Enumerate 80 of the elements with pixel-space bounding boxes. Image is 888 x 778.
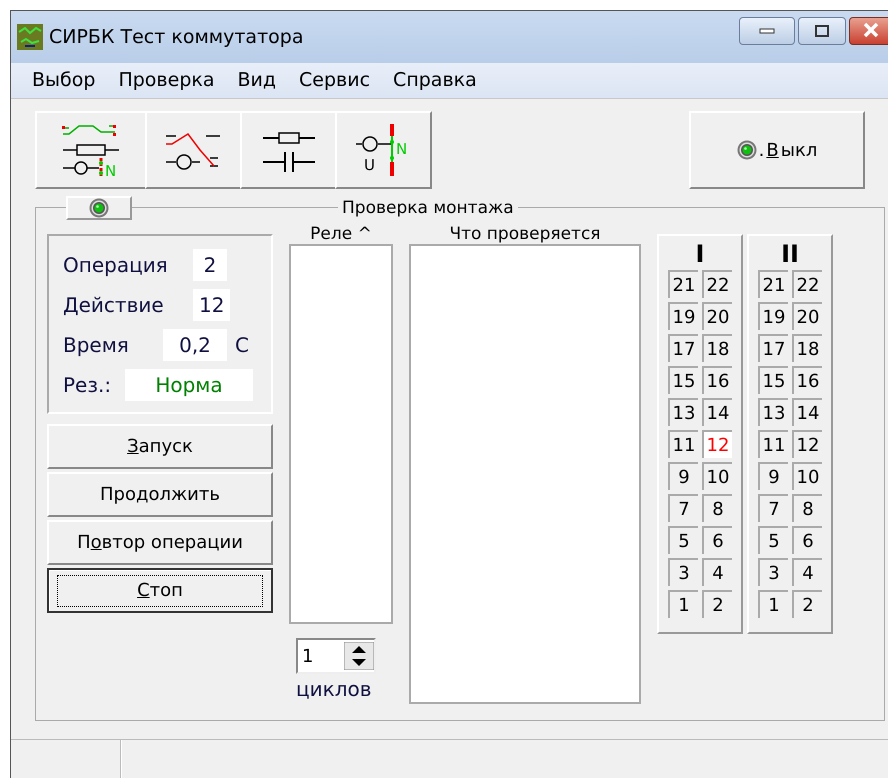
- tool-button[interactable]: [240, 111, 337, 189]
- action-button[interactable]: Продолжить: [47, 472, 273, 517]
- relay-cell[interactable]: 16: [792, 366, 822, 394]
- relay-cell[interactable]: 16: [702, 366, 732, 394]
- block-title: II: [781, 240, 799, 268]
- maximize-icon: [814, 24, 830, 38]
- menu-item[interactable]: Вид: [226, 66, 288, 95]
- relay-cell[interactable]: 1: [668, 590, 698, 618]
- app-icon: [17, 24, 43, 50]
- relay-cell[interactable]: 9: [668, 462, 698, 490]
- relay-cell[interactable]: 13: [758, 398, 788, 426]
- maximize-button[interactable]: [798, 17, 846, 45]
- relay-cell[interactable]: 12: [702, 430, 732, 458]
- relay-cell[interactable]: 11: [668, 430, 698, 458]
- action-button[interactable]: Повтор операции: [47, 520, 273, 565]
- relay-cell[interactable]: 5: [668, 526, 698, 554]
- relay-cell[interactable]: 22: [792, 270, 822, 298]
- field-label: Действие: [63, 292, 165, 319]
- minimize-icon: [759, 28, 775, 34]
- relay-cell[interactable]: 15: [668, 366, 698, 394]
- relay-cell[interactable]: 7: [758, 494, 788, 522]
- relay-cell[interactable]: 3: [758, 558, 788, 586]
- field-label: Операция: [63, 252, 169, 279]
- relay-cell[interactable]: 18: [792, 334, 822, 362]
- field-value: 12: [193, 289, 230, 321]
- relay-cell[interactable]: 19: [758, 302, 788, 330]
- relay-cell[interactable]: 10: [702, 462, 732, 490]
- neutral-label: N: [105, 162, 116, 178]
- field-value: 0,2: [163, 329, 227, 361]
- block-title: I: [696, 240, 704, 268]
- action-button[interactable]: Запуск: [47, 424, 273, 469]
- relay-cell[interactable]: 8: [702, 494, 732, 522]
- relay-cell[interactable]: 6: [702, 526, 732, 554]
- menu-item[interactable]: Выбор: [21, 66, 106, 95]
- menu-item[interactable]: Сервис: [288, 66, 382, 95]
- cycles-label: циклов: [296, 676, 372, 703]
- relay-cell[interactable]: 2: [702, 590, 732, 618]
- relay-cell[interactable]: 1: [758, 590, 788, 618]
- relay-cell[interactable]: 14: [702, 398, 732, 426]
- relay-cell[interactable]: 3: [668, 558, 698, 586]
- unit-label: С: [235, 332, 249, 359]
- relay-cell[interactable]: 12: [792, 430, 822, 458]
- menu-item[interactable]: Проверка: [107, 66, 226, 95]
- relay-cell[interactable]: 18: [702, 334, 732, 362]
- relay-cell[interactable]: 4: [792, 558, 822, 586]
- relay-cell[interactable]: 17: [758, 334, 788, 362]
- menu-item[interactable]: Справка: [382, 66, 488, 95]
- cycles-spinner[interactable]: 1: [296, 638, 376, 674]
- relay-cell[interactable]: 7: [668, 494, 698, 522]
- relay-cell[interactable]: 10: [792, 462, 822, 490]
- relay-cell[interactable]: 20: [792, 302, 822, 330]
- relay-cell[interactable]: 14: [792, 398, 822, 426]
- minimize-button[interactable]: [739, 17, 795, 45]
- field-value: Норма: [125, 369, 253, 401]
- relay-cell[interactable]: 9: [758, 462, 788, 490]
- power-button[interactable]: .В ыкл: [689, 111, 865, 189]
- relay-cell[interactable]: 6: [792, 526, 822, 554]
- relay-cell[interactable]: 17: [668, 334, 698, 362]
- voltage-label: U: [364, 156, 374, 174]
- spinner-arrows-icon: [344, 642, 374, 670]
- relay-cell[interactable]: 22: [702, 270, 732, 298]
- relay-cell[interactable]: 8: [792, 494, 822, 522]
- field-value: 2: [193, 249, 227, 281]
- close-icon: [862, 22, 880, 38]
- relay-cell[interactable]: 21: [668, 270, 698, 298]
- neutral-label: N: [396, 140, 407, 158]
- relay-cell[interactable]: 5: [758, 526, 788, 554]
- action-button[interactable]: Стоп: [47, 568, 273, 613]
- relay-cell[interactable]: 20: [702, 302, 732, 330]
- relay-cell[interactable]: 4: [702, 558, 732, 586]
- field-label: Рез.:: [63, 372, 112, 399]
- relay-cell[interactable]: 11: [758, 430, 788, 458]
- relay-cell[interactable]: 19: [668, 302, 698, 330]
- relay-cell[interactable]: 13: [668, 398, 698, 426]
- tool-button[interactable]: N U: [335, 111, 432, 189]
- relay-cell[interactable]: 15: [758, 366, 788, 394]
- window-title: СИРБК Тест коммутатора: [49, 24, 304, 50]
- relay-cell[interactable]: 21: [758, 270, 788, 298]
- relay-cell[interactable]: 2: [792, 590, 822, 618]
- field-label: Время: [63, 332, 130, 359]
